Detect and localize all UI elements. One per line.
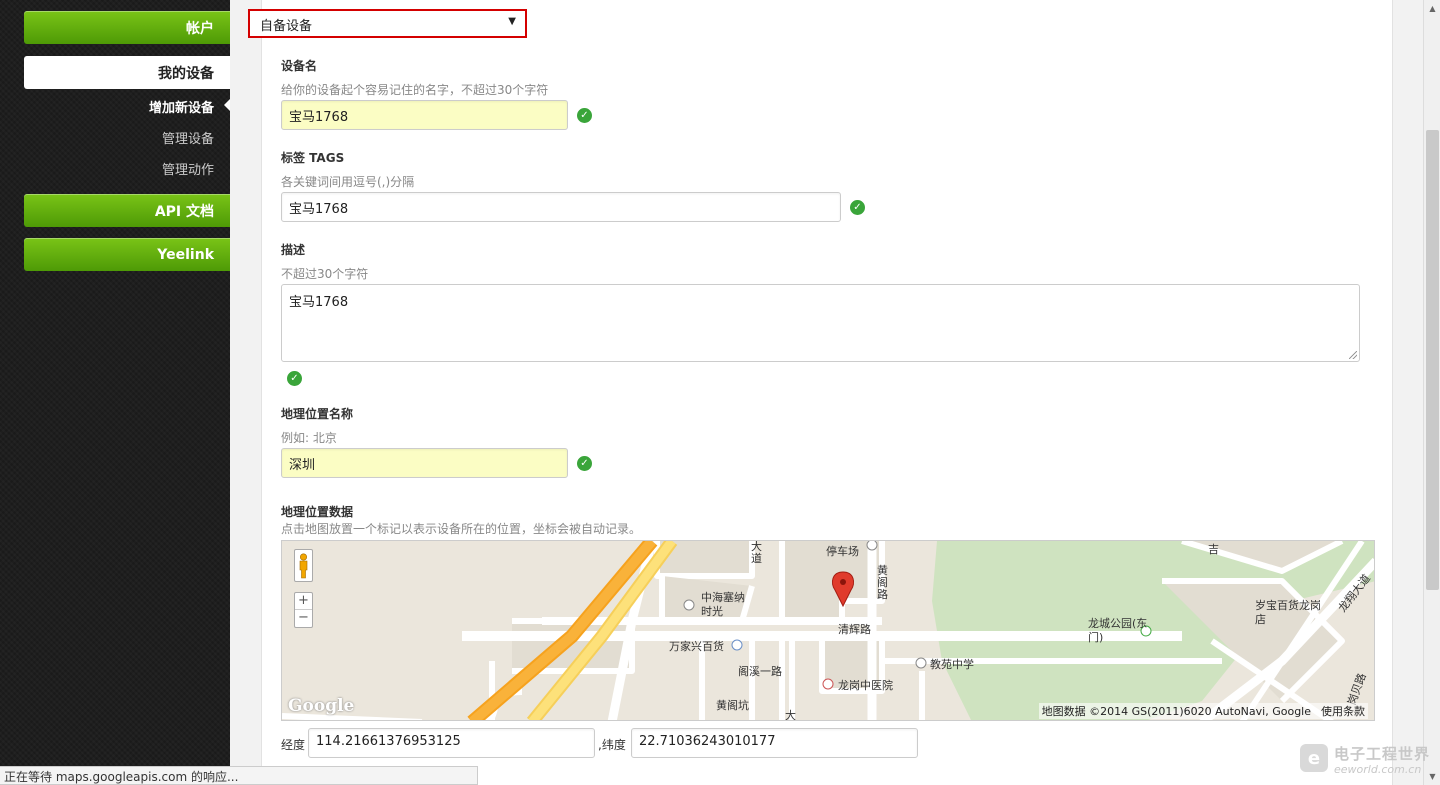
location-name-field[interactable]: 深圳	[281, 448, 568, 478]
map-label: 万家兴百货	[669, 640, 724, 653]
watermark: e 电子工程世界 eeworld.com.cn	[1300, 741, 1440, 781]
map-label: 龙岗中医院	[838, 679, 893, 692]
map-label: 吉	[1208, 543, 1219, 556]
map-label: 大	[785, 709, 796, 721]
zoom-control: + −	[294, 592, 313, 628]
zoom-in-button[interactable]: +	[295, 593, 312, 610]
street-view-pegman-icon[interactable]	[294, 549, 313, 582]
tags-field[interactable]: 宝马1768	[281, 192, 841, 222]
map-label: 中海塞纳时光	[701, 591, 745, 618]
tags-label: 标签 TAGS	[281, 151, 345, 165]
map-label: 黄阁路	[877, 564, 888, 601]
resize-handle-icon[interactable]	[1349, 351, 1357, 359]
sidebar-item-label: 帐户	[186, 20, 214, 37]
watermark-url: eeworld.com.cn	[1334, 763, 1422, 776]
description-value: 宝马1768	[289, 295, 349, 310]
location-data-hint: 点击地图放置一个标记以表示设备所在的位置，坐标会被自动记录。	[281, 522, 642, 536]
device-name-field[interactable]: 宝马1768	[281, 100, 568, 130]
sidebar-item-label: Yeelink	[157, 246, 214, 263]
longitude-label: 经度	[281, 738, 306, 752]
check-icon: ✓	[577, 456, 592, 471]
sidebar-subitem-manage-devices[interactable]: 管理设备	[162, 128, 214, 147]
sidebar-item-my-devices[interactable]: 我的设备	[24, 56, 230, 89]
map-label: 阁溪一路	[738, 665, 782, 678]
dropdown-arrow-icon: ▼	[508, 16, 516, 27]
sidebar: 帐户 我的设备 增加新设备 管理设备 管理动作 API 文档 Yeelink	[0, 0, 230, 785]
scroll-thumb[interactable]	[1426, 130, 1439, 590]
check-icon: ✓	[850, 200, 865, 215]
terms-link[interactable]: 使用条款	[1321, 705, 1365, 718]
map-data-credit: 地图数据 ©2014 GS(2011)6020 AutoNavi, Google	[1041, 705, 1311, 718]
longitude-field[interactable]: 114.21661376953125	[308, 728, 595, 758]
sidebar-item-yeelink[interactable]: Yeelink	[24, 238, 230, 271]
check-icon: ✓	[577, 108, 592, 123]
description-textarea[interactable]: 宝马1768	[281, 284, 1360, 362]
device-type-value: 自备设备	[260, 19, 313, 34]
map-attribution: 地图数据 ©2014 GS(2011)6020 AutoNavi, Google…	[1038, 703, 1368, 719]
map-label: 大道	[751, 540, 762, 565]
sidebar-subitem-manage-actions[interactable]: 管理动作	[162, 159, 214, 178]
sidebar-item-label: 我的设备	[158, 65, 214, 82]
form-panel: 自备设备 ▼ 设备名 给你的设备起个容易记住的名字，不超过30个字符 宝马176…	[248, 0, 1393, 785]
scroll-up-arrow-icon[interactable]: ▲	[1424, 0, 1440, 17]
map-label: 清辉路	[838, 623, 871, 636]
sidebar-item-account[interactable]: 帐户	[24, 11, 230, 44]
device-name-label: 设备名	[281, 59, 318, 73]
tags-hint: 各关键词间用逗号(,)分隔	[281, 175, 415, 189]
latitude-label: ,纬度	[598, 738, 626, 752]
google-logo[interactable]: Google	[288, 696, 354, 716]
device-name-hint: 给你的设备起个容易记住的名字，不超过30个字符	[281, 83, 549, 97]
sidebar-item-api-docs[interactable]: API 文档	[24, 194, 230, 227]
map-label: 龙城公园(东门)	[1088, 617, 1148, 644]
location-name-label: 地理位置名称	[281, 407, 354, 421]
main-area: 自备设备 ▼ 设备名 给你的设备起个容易记住的名字，不超过30个字符 宝马176…	[230, 0, 1423, 785]
check-icon: ✓	[287, 371, 302, 386]
watermark-logo-icon: e	[1300, 744, 1328, 772]
description-label: 描述	[281, 243, 306, 257]
sidebar-item-label: API 文档	[154, 203, 214, 220]
location-name-hint: 例如: 北京	[281, 431, 337, 445]
map-label: 停车场	[826, 545, 859, 558]
map[interactable]: 停车场 大道 黄阁路 中海塞纳时光 清辉路 万家兴百货 阁溪一路 龙岗中医院 黄…	[281, 540, 1375, 721]
device-type-select[interactable]: 自备设备 ▼	[248, 9, 527, 38]
watermark-title: 电子工程世界	[1334, 745, 1431, 763]
sidebar-subitem-add-device[interactable]: 增加新设备	[149, 97, 214, 116]
zoom-out-button[interactable]: −	[295, 610, 312, 627]
latitude-field[interactable]: 22.71036243010177	[631, 728, 918, 758]
map-label: 岁宝百货龙岗店	[1255, 599, 1321, 626]
page-scrollbar[interactable]: ▲ ▼	[1423, 0, 1440, 785]
location-data-label: 地理位置数据	[281, 505, 354, 519]
description-hint: 不超过30个字符	[281, 267, 369, 281]
browser-status-bar: 正在等待 maps.googleapis.com 的响应...	[0, 766, 478, 785]
map-label: 教苑中学	[930, 658, 974, 671]
map-canvas	[282, 541, 1374, 720]
map-label: 黄阁坑	[716, 699, 749, 712]
